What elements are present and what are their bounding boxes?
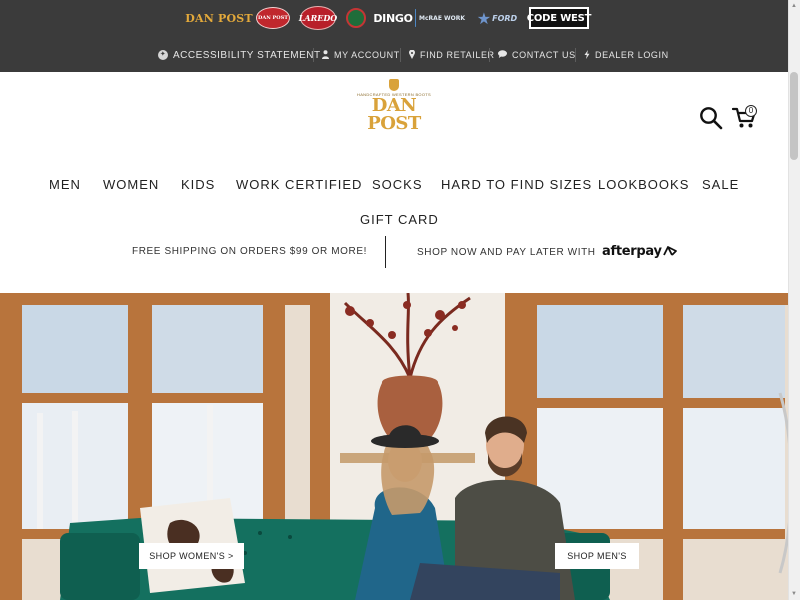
brand-logo-code-west[interactable]: CODE WEST: [527, 7, 591, 29]
free-shipping-banner: FREE SHIPPING ON ORDERS $99 OR MORE!: [132, 246, 367, 257]
shop-mens-button[interactable]: SHOP MEN'S: [555, 543, 639, 569]
scroll-down-arrow-icon[interactable]: ▼: [790, 590, 798, 598]
nav-hard-to-find-sizes[interactable]: HARD TO FIND SIZES: [441, 175, 592, 195]
nav-sale[interactable]: SALE: [702, 175, 739, 195]
nav-socks[interactable]: SOCKS: [372, 175, 423, 195]
accessibility-icon: ✦: [158, 50, 168, 60]
nav-lookbooks[interactable]: LOOKBOOKS: [598, 175, 689, 195]
brand-strip: DAN POST DAN POST LAREDO DINGO McRAE WOR…: [0, 3, 788, 33]
nav-kids[interactable]: KIDS: [181, 175, 215, 195]
mcrae-shield-icon: [415, 9, 417, 27]
brand-logo-ford[interactable]: ★ FORD: [472, 7, 522, 29]
brand-logo-mcrae-work[interactable]: McRAE WORK: [415, 7, 465, 29]
afterpay-logo: afterpay: [602, 244, 677, 259]
brand-logo-laredo[interactable]: LAREDO: [299, 6, 337, 30]
accessibility-statement-link[interactable]: ✦ ACCESSIBILITY STATEMENT: [158, 45, 321, 65]
brand-logo-dan-post-oval[interactable]: DAN POST: [256, 7, 290, 29]
scroll-up-arrow-icon[interactable]: ▲: [790, 2, 798, 10]
brand-logo-emblem[interactable]: [346, 8, 366, 28]
find-retailer-link[interactable]: FIND RETAILER: [409, 45, 495, 65]
promo-divider: [385, 236, 386, 268]
logo-crest-icon: [389, 79, 399, 91]
search-icon: [700, 107, 723, 130]
dealer-login-link[interactable]: DEALER LOGIN: [584, 45, 669, 65]
hero-banner[interactable]: [0, 293, 788, 600]
chat-bubble-icon: [498, 50, 507, 60]
utility-divider: [400, 48, 401, 62]
utility-divider: [489, 48, 490, 62]
scrollbar-thumb[interactable]: [790, 72, 798, 160]
utility-divider: [575, 48, 576, 62]
nav-work-certified[interactable]: WORK CERTIFIED: [236, 175, 362, 195]
nav-women[interactable]: WOMEN: [103, 175, 159, 195]
nav-gift-card[interactable]: GIFT CARD: [360, 210, 439, 230]
site-logo[interactable]: HANDCRAFTED WESTERN BOOTS DAN POST: [348, 79, 440, 133]
afterpay-banner: SHOP NOW AND PAY LATER WITH afterpay: [417, 243, 677, 261]
hero-image: [0, 293, 788, 600]
cart-count-badge: 0: [745, 105, 757, 117]
lightning-icon: [584, 49, 590, 61]
star-icon: ★: [476, 8, 492, 28]
top-utility-bar: DAN POST DAN POST LAREDO DINGO McRAE WOR…: [0, 0, 788, 72]
shop-womens-button[interactable]: SHOP WOMEN'S >: [139, 543, 244, 569]
brand-logo-dingo[interactable]: DINGO: [373, 7, 413, 29]
utility-divider: [313, 48, 314, 62]
nav-men[interactable]: MEN: [49, 175, 81, 195]
contact-us-link[interactable]: CONTACT US: [498, 45, 576, 65]
search-button[interactable]: [699, 106, 723, 130]
user-icon: [322, 49, 329, 61]
afterpay-arrow-icon: [662, 246, 677, 256]
brand-logo-dan-post[interactable]: DAN POST: [185, 7, 252, 29]
map-pin-icon: [409, 49, 415, 61]
utility-links: ✦ ACCESSIBILITY STATEMENT MY ACCOUNT FIN…: [0, 45, 788, 65]
my-account-link[interactable]: MY ACCOUNT: [322, 45, 400, 65]
